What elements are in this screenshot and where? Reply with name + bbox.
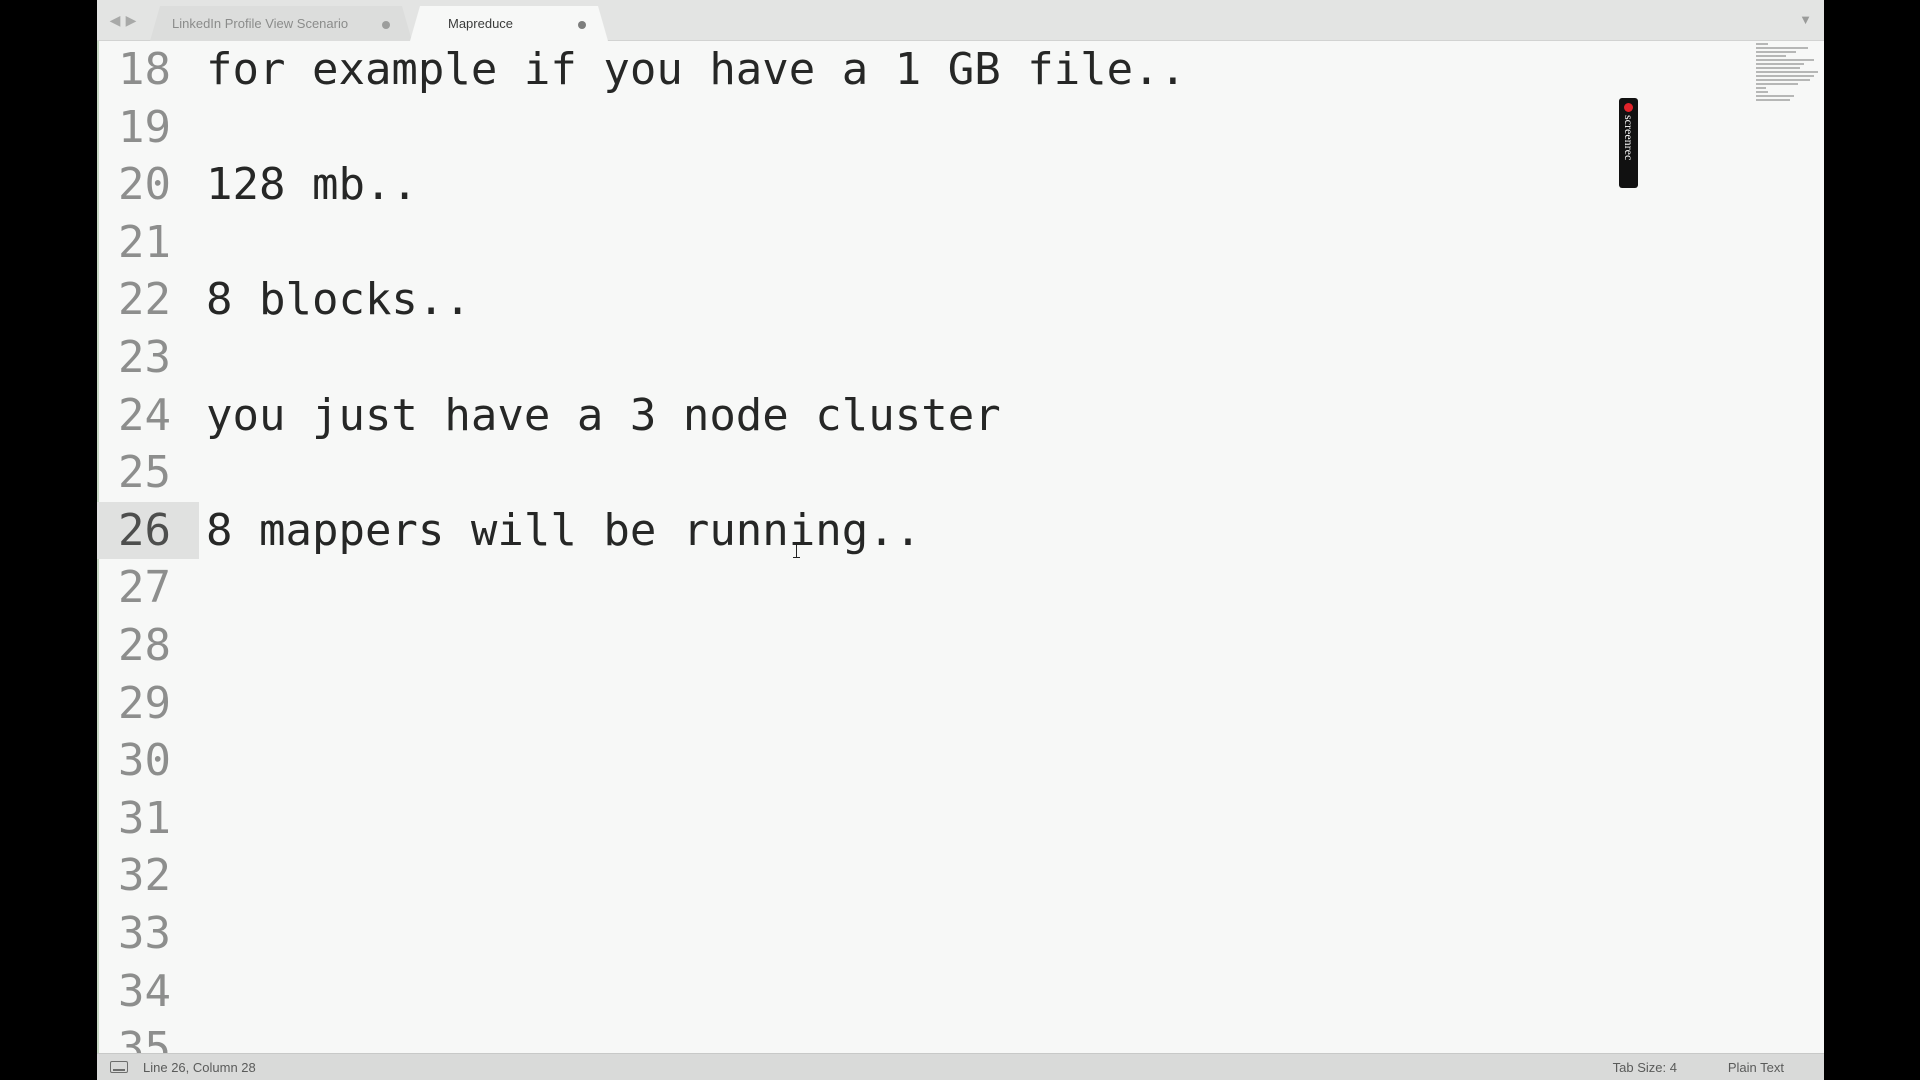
- minimap-line: [1756, 87, 1766, 89]
- code-line[interactable]: you just have a 3 node cluster: [206, 387, 1001, 445]
- tab-label: Mapreduce: [448, 16, 514, 31]
- back-arrow-icon[interactable]: ◀: [109, 11, 121, 29]
- code-line[interactable]: 8 blocks..: [206, 271, 471, 329]
- console-toggle-icon[interactable]: [110, 1061, 128, 1073]
- text-cursor-icon: [793, 541, 801, 559]
- line-number: 19: [118, 101, 171, 153]
- line-number: 29: [118, 677, 171, 729]
- line-number: 28: [118, 620, 171, 671]
- line-number: 24: [118, 389, 171, 441]
- minimap-line: [1756, 83, 1798, 85]
- unsaved-dot-icon[interactable]: [382, 21, 390, 29]
- minimap[interactable]: [1756, 41, 1822, 131]
- line-number: 22: [118, 274, 171, 326]
- screenrec-badge[interactable]: screenrec: [1619, 98, 1638, 188]
- screenrec-label: screenrec: [1622, 115, 1636, 161]
- tab-linkedin-profile-view-scenario[interactable]: LinkedIn Profile View Scenario: [150, 6, 412, 41]
- line-number-gutter: 18 19 20 21 22 23 24 25 26 27 28 29 30 31 32 33 34 35: [97, 41, 199, 1053]
- editor-window: ◀ ▶ LinkedIn Profile View Scenario Mapre…: [97, 0, 1824, 1080]
- minimap-line: [1756, 59, 1814, 61]
- unsaved-dot-icon[interactable]: [578, 21, 586, 29]
- minimap-line: [1756, 91, 1768, 93]
- line-number: 30: [118, 735, 171, 787]
- line-number: 20: [118, 159, 171, 211]
- line-number: 33: [118, 908, 171, 959]
- minimap-line: [1756, 67, 1800, 69]
- tab-size-selector[interactable]: Tab Size: 4: [1613, 1060, 1677, 1075]
- line-number: 18: [118, 44, 171, 95]
- minimap-line: [1756, 99, 1790, 101]
- minimap-line: [1756, 51, 1796, 53]
- minimap-line: [1756, 95, 1794, 97]
- line-number: 31: [118, 792, 171, 844]
- tab-mapreduce[interactable]: Mapreduce: [410, 6, 608, 41]
- minimap-line: [1756, 75, 1814, 77]
- line-number: 35: [118, 1023, 171, 1053]
- forward-arrow-icon[interactable]: ▶: [125, 11, 137, 29]
- line-number: 26: [97, 501, 199, 560]
- status-bar: Line 26, Column 28 Tab Size: 4 Plain Tex…: [97, 1053, 1824, 1080]
- code-line[interactable]: 128 mb..: [206, 156, 418, 214]
- minimap-line: [1756, 55, 1786, 57]
- minimap-line: [1756, 43, 1768, 45]
- minimap-line: [1756, 47, 1808, 49]
- tab-label: LinkedIn Profile View Scenario: [172, 16, 349, 31]
- line-number: 21: [118, 216, 171, 268]
- line-number: 34: [118, 965, 171, 1017]
- tab-bar: ◀ ▶ LinkedIn Profile View Scenario Mapre…: [97, 0, 1824, 41]
- tab-list-dropdown-icon[interactable]: ▼: [1799, 12, 1812, 27]
- line-number: 25: [118, 447, 171, 499]
- record-dot-icon: [1624, 103, 1633, 112]
- syntax-selector[interactable]: Plain Text: [1728, 1060, 1784, 1075]
- text-editor-area[interactable]: 18 19 20 21 22 23 24 25 26 27 28 29 30 31 32 33 34 35 for…: [97, 41, 1824, 1053]
- minimap-line: [1756, 63, 1804, 65]
- code-line[interactable]: for example if you have a 1 GB file..: [206, 41, 1186, 99]
- cursor-position: Line 26, Column 28: [143, 1060, 256, 1075]
- code-line[interactable]: 8 mappers will be running..: [206, 502, 921, 560]
- tab-nav-arrows: ◀ ▶: [109, 11, 137, 29]
- minimap-line: [1756, 71, 1818, 73]
- line-number: 27: [118, 562, 171, 614]
- line-number: 23: [118, 332, 171, 383]
- minimap-line: [1756, 79, 1810, 81]
- line-number: 32: [118, 850, 171, 902]
